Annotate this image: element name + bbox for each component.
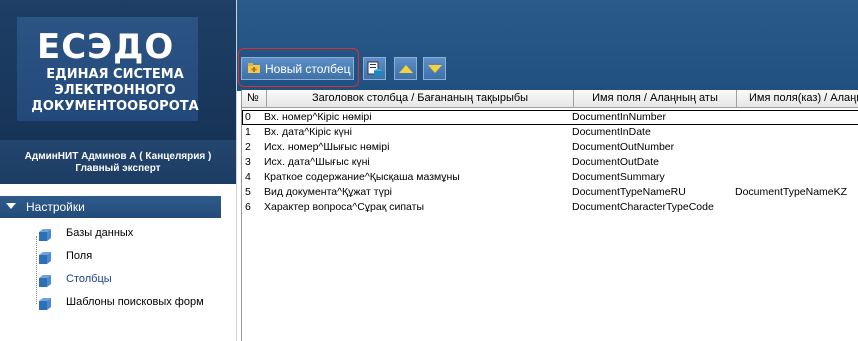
user-info: АдминНИТ Админов А ( Канцелярия ) Главны… (0, 140, 236, 184)
arrow-down-icon (428, 65, 442, 73)
user-role: Главный эксперт (75, 163, 161, 174)
save-columns-button[interactable] (363, 57, 386, 80)
main-panel: Новый столбец № Заголовок столбца / Баға… (237, 0, 858, 341)
arrow-up-icon (399, 65, 413, 73)
cell-field-name: DocumentInNumber (572, 111, 666, 123)
tree-connector (36, 236, 37, 304)
settings-section-label: Настройки (26, 200, 85, 214)
new-folder-icon (248, 63, 260, 73)
database-edit-icon (367, 61, 382, 77)
sidebar-item-label: Базы данных (66, 227, 134, 239)
cell-number: 4 (245, 171, 251, 183)
column-header-field-name[interactable]: Имя поля / Алаңның аты (574, 90, 737, 108)
sidebar-item-label: Поля (66, 250, 93, 262)
columns-grid: № Заголовок столбца / Бағананың тақырыбы… (241, 90, 858, 341)
new-column-button[interactable]: Новый столбец (241, 57, 354, 80)
folder-icon (39, 252, 51, 264)
cell-title: Исх. дата^Шығыс күні (264, 156, 370, 168)
folder-icon (39, 275, 51, 287)
cell-title: Вх. номер^Кіріс нөмірі (264, 111, 372, 123)
cell-field-name-kz (735, 140, 858, 155)
cell-field-name: DocumentInDate (572, 126, 651, 138)
left-panel: ЕСЭДО ЕДИНАЯ СИСТЕМА ЭЛЕКТРОННОГО ДОКУМЕ… (0, 0, 236, 341)
cell-number: 2 (245, 141, 251, 153)
cell-number: 0 (245, 111, 251, 123)
column-header-field-name-kz[interactable]: Имя поля(каз) / Алаңн (737, 90, 858, 108)
table-row[interactable]: 0 Вх. номер^Кіріс нөмірі DocumentInNumber (242, 110, 858, 125)
cell-field-name-kz (735, 110, 858, 125)
cell-field-name-kz (735, 170, 858, 185)
column-header-number[interactable]: № (242, 90, 267, 108)
cell-field-name-kz (735, 200, 858, 215)
cell-field-name: DocumentTypeNameRU (572, 186, 686, 198)
user-name: АдминНИТ Админов А ( Канцелярия ) (24, 151, 212, 162)
logo-line-2: ЭЛЕКТРОННОГО (54, 83, 176, 98)
cell-title: Характер вопроса^Сұрақ сипаты (264, 201, 424, 213)
column-header-title[interactable]: Заголовок столбца / Бағананың тақырыбы (267, 90, 574, 108)
cell-number: 6 (245, 201, 251, 213)
sidebar-item-label: Столбцы (66, 273, 112, 285)
cell-field-name-kz (735, 155, 858, 170)
cell-field-name: DocumentSummary (572, 171, 665, 183)
logo-area: ЕСЭДО ЕДИНАЯ СИСТЕМА ЭЛЕКТРОННОГО ДОКУМЕ… (0, 0, 236, 140)
logo-line-1: ЕДИНАЯ СИСТЕМА (46, 67, 184, 82)
cell-number: 5 (245, 186, 251, 198)
cell-number: 3 (245, 156, 251, 168)
move-down-button[interactable] (423, 57, 446, 80)
move-up-button[interactable] (394, 57, 417, 80)
folder-icon (39, 229, 51, 241)
new-column-label: Новый столбец (265, 62, 351, 76)
cell-title: Исх. номер^Шығыс нөмірі (264, 141, 390, 153)
logo-line-3: ДОКУМЕНТООБОРОТА (31, 99, 199, 114)
cell-title: Краткое содержание^Қысқаша мазмұны (264, 171, 460, 183)
table-row[interactable]: 6 Характер вопроса^Сұрақ сипаты DocumentCh… (242, 200, 858, 215)
cell-title: Вх. дата^Кіріс күні (264, 126, 352, 138)
sidebar-item-label: Шаблоны поисковых форм (66, 296, 204, 308)
settings-section-header[interactable]: Настройки (0, 196, 221, 218)
cell-field-name: DocumentOutNumber (572, 141, 675, 153)
table-row[interactable]: 3 Исх. дата^Шығыс күні DocumentOutDate (242, 155, 858, 170)
table-row[interactable]: 5 Вид документа^Құжат түрі DocumentTypeNam… (242, 185, 858, 200)
cell-field-name-kz (735, 125, 858, 140)
cell-field-name: DocumentOutDate (572, 156, 659, 168)
chevron-down-icon (6, 203, 16, 209)
logo: ЕСЭДО ЕДИНАЯ СИСТЕМА ЭЛЕКТРОННОГО ДОКУМЕ… (17, 17, 199, 121)
table-row[interactable]: 1 Вх. дата^Кіріс күні DocumentInDate (242, 125, 858, 140)
cell-number: 1 (245, 126, 251, 138)
folder-icon (39, 298, 51, 310)
logo-title: ЕСЭДО (37, 27, 175, 67)
cell-title: Вид документа^Құжат түрі (264, 186, 392, 198)
table-row[interactable]: 4 Краткое содержание^Қысқаша мазмұны Docum… (242, 170, 858, 185)
table-row[interactable]: 2 Исх. номер^Шығыс нөмірі DocumentOutNumbe… (242, 140, 858, 155)
cell-field-name-kz: DocumentTypeNameKZ (735, 186, 848, 198)
cell-field-name: DocumentCharacterTypeCode (572, 201, 714, 213)
